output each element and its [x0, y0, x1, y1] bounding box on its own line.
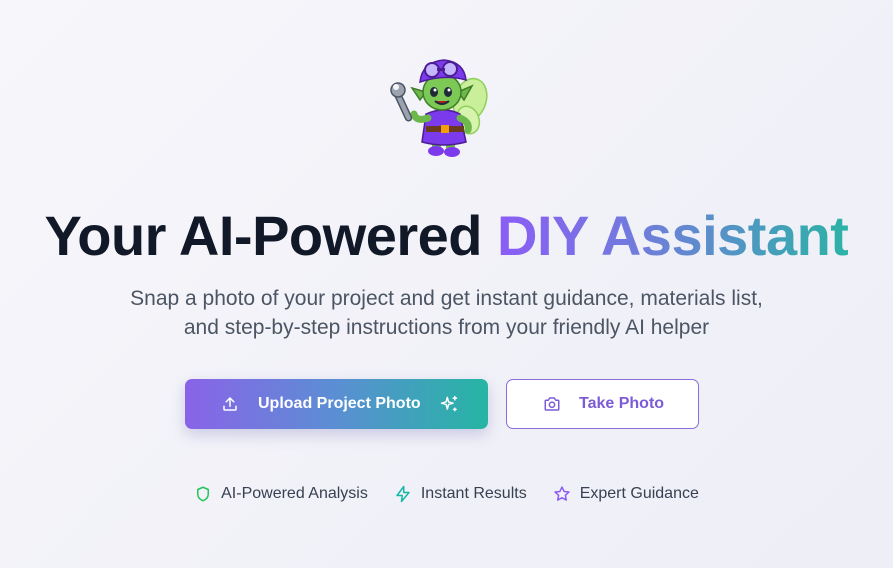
camera-icon — [543, 395, 561, 413]
star-icon — [553, 485, 571, 503]
headline-prefix: Your AI-Powered — [44, 204, 498, 267]
feature-ai-analysis: AI-Powered Analysis — [194, 484, 368, 504]
feature-instant-results: Instant Results — [394, 484, 527, 504]
page-title: Your AI-Powered DIY Assistant — [0, 200, 893, 272]
headline-accent: DIY Assistant — [497, 204, 849, 267]
shield-icon — [194, 485, 212, 503]
fairy-mechanic-mascot-icon — [388, 52, 492, 160]
hero-section: Your AI-Powered DIY Assistant Snap a pho… — [0, 0, 893, 568]
feature-label: AI-Powered Analysis — [221, 485, 368, 502]
feature-expert-guidance: Expert Guidance — [553, 484, 699, 504]
lightning-icon — [394, 485, 412, 503]
feature-label: Instant Results — [420, 485, 527, 502]
upload-project-photo-button[interactable]: Upload Project Photo — [185, 379, 488, 429]
take-photo-label: Take Photo — [579, 395, 665, 412]
sparkles-icon — [439, 394, 459, 414]
take-photo-button[interactable]: Take Photo — [506, 379, 699, 429]
feature-list: AI-Powered Analysis Instant Results Expe… — [0, 484, 893, 504]
upload-button-label: Upload Project Photo — [258, 395, 421, 412]
subtitle-line-2: and step-by-step instructions from your … — [183, 316, 710, 339]
hero-subtitle: Snap a photo of your project and get ins… — [0, 284, 893, 342]
subtitle-line-1: Snap a photo of your project and get ins… — [130, 287, 763, 310]
upload-icon — [221, 395, 239, 413]
feature-label: Expert Guidance — [579, 485, 699, 502]
